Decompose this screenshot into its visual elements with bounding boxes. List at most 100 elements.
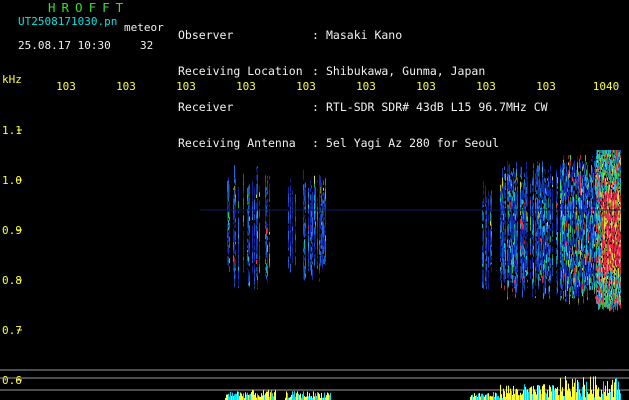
- signal-streak: [520, 269, 521, 273]
- power-bar: [261, 393, 262, 400]
- signal-streak: [607, 172, 608, 176]
- signal-streak: [501, 271, 502, 275]
- signal-streak: [614, 173, 615, 176]
- signal-streak: [581, 243, 582, 251]
- power-bar: [575, 378, 576, 400]
- signal-streak: [543, 247, 544, 251]
- signal-streak: [612, 217, 613, 221]
- signal-streak: [304, 232, 305, 238]
- signal-streak: [587, 280, 588, 286]
- signal-streak: [580, 195, 581, 198]
- signal-streak: [515, 258, 516, 265]
- signal-streak: [593, 193, 594, 204]
- signal-streak: [597, 203, 598, 207]
- signal-streak: [616, 157, 617, 160]
- signal-streak: [491, 244, 492, 247]
- signal-streak: [599, 187, 600, 193]
- signal-streak: [544, 259, 545, 270]
- signal-streak: [310, 261, 311, 270]
- signal-streak: [568, 216, 569, 221]
- signal-streak: [575, 257, 576, 262]
- signal-streak: [503, 197, 504, 202]
- signal-streak: [604, 192, 605, 197]
- signal-streak: [618, 240, 619, 243]
- signal-streak: [565, 220, 566, 230]
- power-bar: [507, 393, 508, 400]
- signal-streak: [574, 215, 575, 220]
- signal-streak: [572, 296, 573, 298]
- signal-streak: [578, 282, 579, 290]
- signal-streak: [594, 177, 595, 180]
- signal-streak: [595, 296, 596, 299]
- signal-streak: [545, 245, 546, 249]
- signal-streak: [542, 220, 543, 224]
- signal-streak: [594, 269, 595, 276]
- signal-streak: [615, 225, 616, 229]
- signal-streak: [614, 302, 615, 307]
- signal-streak: [512, 222, 513, 230]
- signal-streak: [243, 205, 244, 209]
- signal-streak: [319, 270, 320, 274]
- signal-streak: [541, 273, 542, 278]
- signal-streak: [482, 230, 483, 240]
- signal-streak: [564, 246, 565, 256]
- signal-streak: [552, 273, 553, 276]
- signal-streak: [599, 150, 600, 153]
- signal-streak: [322, 254, 323, 263]
- signal-streak: [572, 176, 573, 182]
- signal-streak: [543, 202, 544, 205]
- signal-streak: [502, 260, 503, 263]
- power-bar: [565, 376, 566, 400]
- signal-streak: [247, 253, 248, 262]
- signal-streak: [557, 262, 558, 265]
- signal-streak: [515, 249, 516, 258]
- signal-streak: [606, 259, 607, 264]
- signal-streak: [557, 202, 558, 206]
- signal-streak: [614, 232, 615, 236]
- signal-streak: [584, 265, 585, 270]
- signal-streak: [606, 231, 607, 234]
- signal-streak: [561, 295, 562, 299]
- signal-streak: [542, 230, 543, 235]
- signal-streak: [524, 283, 525, 291]
- signal-streak: [254, 245, 255, 251]
- signal-streak: [609, 215, 610, 218]
- signal-streak: [579, 164, 580, 169]
- x-tick-label: 103: [476, 80, 496, 93]
- signal-streak: [596, 228, 597, 232]
- signal-streak: [606, 248, 607, 252]
- signal-streak: [521, 227, 522, 234]
- signal-streak: [532, 249, 533, 255]
- signal-streak: [320, 264, 321, 267]
- signal-streak: [512, 230, 513, 239]
- signal-streak: [295, 240, 296, 249]
- signal-streak: [614, 205, 615, 209]
- power-bar: [570, 391, 571, 400]
- signal-streak: [613, 244, 614, 250]
- signal-streak: [543, 206, 544, 209]
- power-bar: [547, 390, 548, 400]
- signal-streak: [521, 273, 522, 279]
- signal-streak: [482, 269, 483, 273]
- signal-streak: [523, 254, 524, 264]
- signal-streak: [545, 169, 546, 175]
- signal-streak: [537, 161, 538, 165]
- signal-streak: [580, 155, 581, 160]
- signal-streak: [292, 237, 293, 245]
- signal-streak: [610, 163, 611, 168]
- signal-streak: [578, 215, 579, 227]
- signal-streak: [319, 245, 320, 250]
- power-bar: [498, 395, 499, 400]
- signal-streak: [252, 232, 253, 240]
- signal-streak: [594, 160, 595, 167]
- signal-streak: [322, 248, 323, 252]
- signal-streak: [520, 223, 521, 229]
- signal-streak: [314, 187, 315, 197]
- signal-streak: [574, 202, 575, 209]
- signal-streak: [290, 192, 291, 196]
- signal-streak: [606, 150, 607, 155]
- signal-streak: [589, 222, 590, 225]
- signal-streak: [303, 277, 304, 280]
- signal-streak: [567, 220, 568, 224]
- signal-streak: [545, 287, 546, 294]
